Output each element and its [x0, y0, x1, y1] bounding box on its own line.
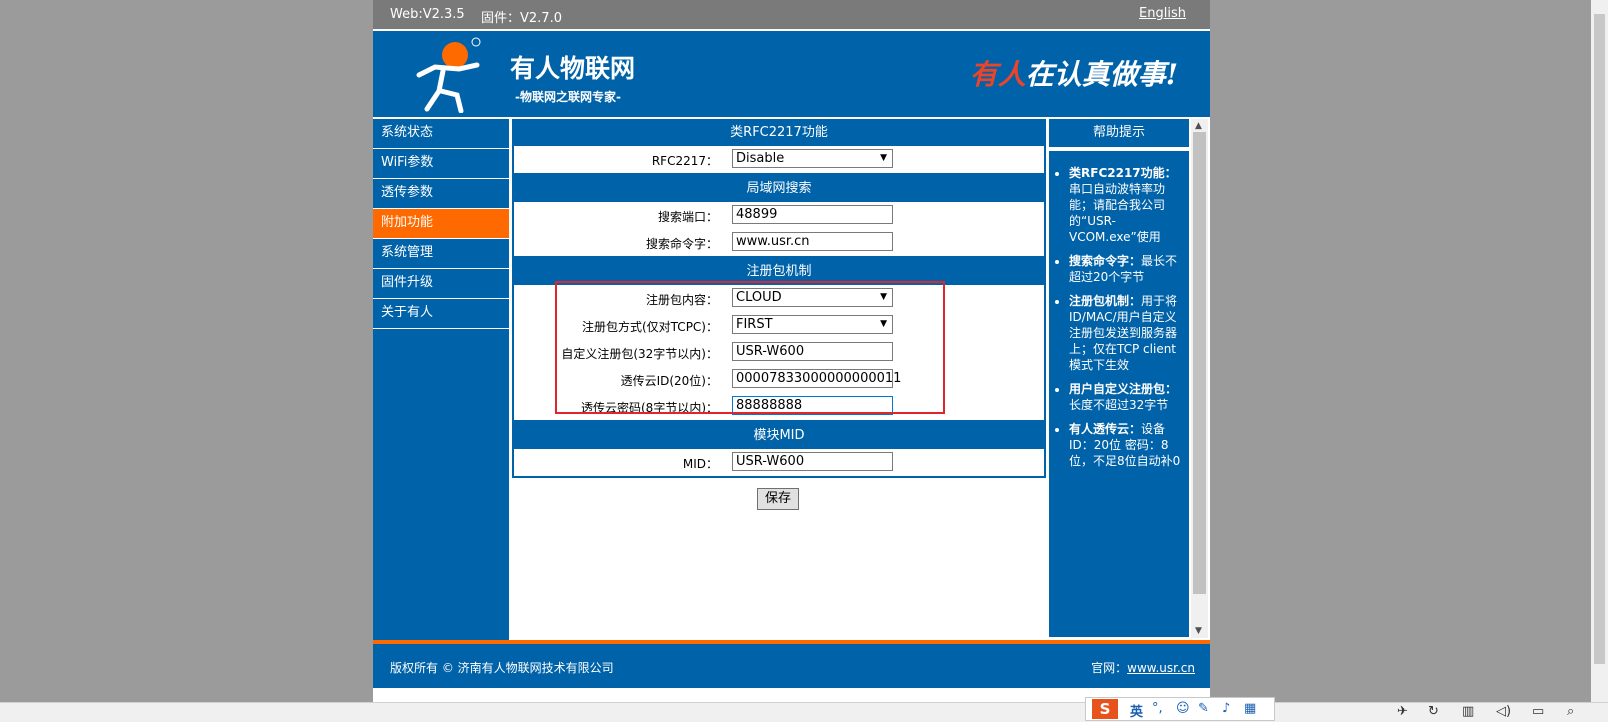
english-link[interactable]: English — [1139, 6, 1186, 21]
grid-icon[interactable]: ▦ — [1244, 701, 1256, 716]
top-bar: Web:V2.3.5 固件：V2.7.0 English — [373, 0, 1210, 29]
sidebar-item-firmware-upgrade[interactable]: 固件升级 — [373, 269, 509, 299]
header-banner: 有人物联网 -物联网之联网专家- 有人在认真做事! — [373, 31, 1210, 117]
ime-toolbar: S 英 °, ☺ ✎ ♪ ▦ — [1085, 697, 1275, 721]
reg-section: 注册包内容： CLOUD 注册包方式(仅对TCPC)： FIRST 自定义注册包… — [512, 285, 1046, 422]
sidebar-item-extra-functions[interactable]: 附加功能 — [373, 209, 509, 239]
help-content: 类RFC2217功能：串口自动波特率功能；请配合我公司的“USR-VCOM.ex… — [1049, 151, 1189, 637]
custom-reg-label: 自定义注册包(32字节以内)： — [561, 347, 718, 361]
firmware-version: 固件：V2.7.0 — [481, 11, 562, 26]
refresh-icon[interactable]: ↻ — [1428, 704, 1439, 719]
rfc2217-select[interactable]: Disable — [732, 149, 893, 168]
sidebar-item-about[interactable]: 关于有人 — [373, 299, 509, 329]
custom-reg-input[interactable]: USR-W600 — [732, 342, 893, 361]
help-panel: 帮助提示 类RFC2217功能：串口自动波特率功能；请配合我公司的“USR-VC… — [1049, 119, 1189, 655]
help-title: 帮助提示 — [1049, 119, 1189, 147]
mid-section: MID： USR-W600 — [512, 449, 1046, 478]
page-scrollbar[interactable] — [1591, 0, 1608, 702]
cloud-id-label: 透传云ID(20位)： — [620, 374, 718, 388]
reg-section-title: 注册包机制 — [512, 258, 1046, 285]
page-scroll-thumb[interactable] — [1594, 14, 1605, 664]
cloud-id-input[interactable]: 00007833000000000011 — [732, 369, 901, 388]
search-port-input[interactable]: 48899 — [732, 205, 893, 224]
sidebar-item-transparent-params[interactable]: 透传参数 — [373, 179, 509, 209]
rfc-section: RFC2217： Disable — [512, 146, 1046, 175]
mid-label: MID： — [682, 457, 718, 471]
scroll-down-icon[interactable]: ▼ — [1195, 626, 1202, 636]
help-item: 搜索命令字：最长不超过20个字节 — [1069, 253, 1181, 285]
sidebar-item-system-management[interactable]: 系统管理 — [373, 239, 509, 269]
lan-section: 搜索端口： 48899 搜索命令字： www.usr.cn — [512, 202, 1046, 258]
building-icon[interactable]: ▥ — [1462, 704, 1474, 719]
help-item: 有人透传云：设备ID：20位 密码：8位，不足8位自动补0 — [1069, 421, 1181, 469]
main-panel: 类RFC2217功能 RFC2217： Disable 局域网搜索 搜索端口： … — [512, 119, 1046, 655]
rfc-section-title: 类RFC2217功能 — [512, 119, 1046, 146]
slogan-rest: 在认真做事! — [1025, 58, 1178, 91]
punctuation-icon[interactable]: °, — [1152, 701, 1163, 716]
reg-content-select[interactable]: CLOUD — [732, 288, 893, 307]
search-icon[interactable]: ⌕ — [1567, 704, 1574, 719]
help-item: 类RFC2217功能：串口自动波特率功能；请配合我公司的“USR-VCOM.ex… — [1069, 165, 1181, 245]
reg-mode-label: 注册包方式(仅对TCPC)： — [582, 320, 718, 334]
sidebar-item-system-status[interactable]: 系统状态 — [373, 119, 509, 149]
volume-icon[interactable]: ◁) — [1496, 704, 1511, 719]
mid-section-title: 模块MID — [512, 422, 1046, 449]
footer: 版权所有 © 济南有人物联网技术有限公司 官网：www.usr.cn — [373, 644, 1210, 688]
search-keyword-label: 搜索命令字： — [645, 237, 718, 251]
search-port-label: 搜索端口： — [657, 210, 718, 224]
browser-page: Web:V2.3.5 固件：V2.7.0 English 有人物联网 -物联网之… — [373, 0, 1210, 702]
web-version: Web:V2.3.5 — [390, 7, 465, 22]
help-item: 用户自定义注册包：长度不超过32字节 — [1069, 381, 1181, 413]
copyright: 版权所有 © 济南有人物联网技术有限公司 — [390, 661, 614, 675]
mid-input[interactable]: USR-W600 — [732, 452, 893, 471]
slogan-red: 有人 — [969, 58, 1026, 91]
sidebar-item-wifi-params[interactable]: WiFi参数 — [373, 149, 509, 179]
brand-name: 有人物联网 — [510, 54, 636, 83]
sidebar-menu: 系统状态 WiFi参数 透传参数 附加功能 系统管理 固件升级 关于有人 — [373, 119, 509, 655]
ime-language[interactable]: 英 — [1130, 701, 1143, 720]
official-site: 官网：www.usr.cn — [1091, 661, 1195, 675]
sogou-icon[interactable]: S — [1092, 699, 1118, 719]
reg-mode-select[interactable]: FIRST — [732, 315, 893, 334]
scroll-thumb[interactable] — [1193, 132, 1206, 594]
mic-icon[interactable]: ♪ — [1222, 701, 1230, 716]
save-button[interactable]: 保存 — [757, 488, 799, 510]
cloud-password-input[interactable]: 88888888 — [732, 396, 893, 415]
window-icon[interactable]: ▭ — [1532, 704, 1544, 719]
help-item: 注册包机制：用于将ID/MAC/用户自定义注册包发送到服务器上；仅在TCP cl… — [1069, 293, 1181, 373]
slogan: 有人在认真做事! — [970, 53, 1178, 93]
inner-scrollbar[interactable]: ▲ ▼ — [1191, 119, 1208, 638]
rfc-label: RFC2217： — [651, 154, 718, 168]
emoji-icon[interactable]: ☺ — [1176, 701, 1190, 716]
cloud-password-label: 透传云密码(8字节以内)： — [581, 401, 718, 415]
pen-icon[interactable]: ✎ — [1198, 701, 1209, 716]
lan-section-title: 局域网搜索 — [512, 175, 1046, 202]
site-link[interactable]: www.usr.cn — [1127, 661, 1195, 675]
taskbar — [0, 702, 1608, 722]
search-keyword-input[interactable]: www.usr.cn — [732, 232, 893, 251]
usr-logo-icon — [416, 37, 481, 113]
pin-icon[interactable]: ✈ — [1397, 704, 1408, 719]
scroll-up-icon[interactable]: ▲ — [1195, 121, 1202, 131]
brand-subtitle: -物联网之联网专家- — [515, 90, 621, 104]
reg-content-label: 注册包内容： — [645, 293, 718, 307]
